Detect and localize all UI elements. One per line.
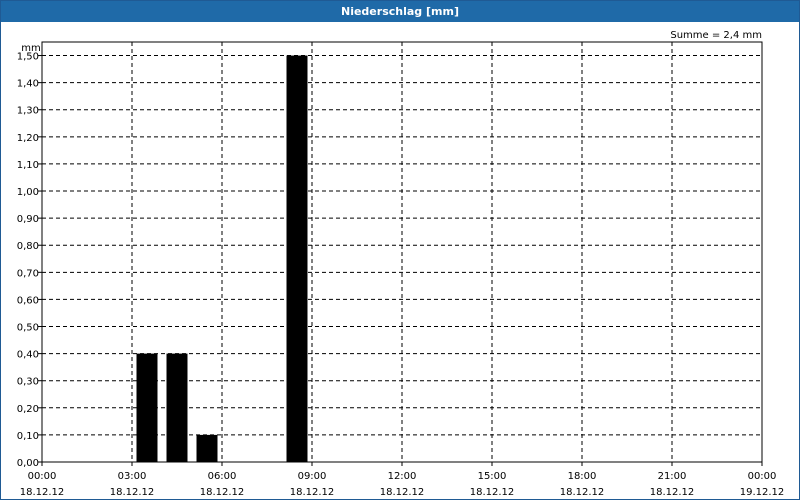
x-tick-time: 00:00 bbox=[748, 471, 777, 482]
y-tick-label: 0,50 bbox=[17, 323, 39, 334]
precip-bar bbox=[196, 434, 218, 462]
x-tick-labels: 00:00 18.12.12 03:00 18.12.12 06:00 18.12.12 0… bbox=[20, 471, 785, 498]
y-axis-unit-label: mm bbox=[21, 43, 40, 54]
x-tick-time: 12:00 bbox=[388, 471, 417, 482]
x-tick-time: 00:00 bbox=[28, 471, 57, 482]
y-tick-label: 0,80 bbox=[17, 241, 39, 252]
x-tick-date: 18.12.12 bbox=[470, 487, 515, 498]
y-tick-label: 0,10 bbox=[17, 431, 39, 442]
x-tick-date: 18.12.12 bbox=[110, 487, 155, 498]
x-tick-time: 03:00 bbox=[118, 471, 147, 482]
x-tick-date: 18.12.12 bbox=[380, 487, 425, 498]
y-tick-label: 0,00 bbox=[17, 458, 39, 469]
y-tick-labels: 0,00 0,10 0,20 0,30 0,40 0,50 0,60 0,70 0,80 0,90… bbox=[17, 52, 39, 469]
y-tick-label: 0,90 bbox=[17, 214, 39, 225]
y-tick-label: 0,60 bbox=[17, 295, 39, 306]
precipitation-chart: 0,00 0,10 0,20 0,30 0,40 0,50 0,60 0,70 0,80 0,90… bbox=[17, 30, 785, 498]
y-tick-label: 1,40 bbox=[17, 79, 39, 90]
chart-window: Niederschlag [mm] 0,00 0,10 0,20 0,30 0,40 0,… bbox=[0, 0, 800, 500]
x-tick-date: 18.12.12 bbox=[560, 487, 605, 498]
y-tick-label: 0,20 bbox=[17, 404, 39, 415]
y-tick-label: 1,30 bbox=[17, 106, 39, 117]
y-tick-label: 0,40 bbox=[17, 350, 39, 361]
x-tick-date: 18.12.12 bbox=[200, 487, 245, 498]
y-tick-label: 1,00 bbox=[17, 187, 39, 198]
y-tick-label: 0,70 bbox=[17, 268, 39, 279]
x-tick-date: 18.12.12 bbox=[290, 487, 335, 498]
x-tick-time: 06:00 bbox=[208, 471, 237, 482]
x-tick-time: 21:00 bbox=[658, 471, 687, 482]
x-tick-time: 15:00 bbox=[478, 471, 507, 482]
precip-bar bbox=[136, 353, 158, 462]
precip-bar bbox=[166, 353, 188, 462]
y-tick-label: 0,30 bbox=[17, 377, 39, 388]
x-tick-time: 09:00 bbox=[298, 471, 327, 482]
x-tick-time: 18:00 bbox=[568, 471, 597, 482]
y-tick-label: 1,10 bbox=[17, 160, 39, 171]
y-tick-label: 1,20 bbox=[17, 133, 39, 144]
sum-annotation: Summe = 2,4 mm bbox=[670, 30, 762, 41]
x-tick-date: 19.12.12 bbox=[740, 487, 785, 498]
precip-bar bbox=[286, 55, 308, 462]
x-tick-date: 18.12.12 bbox=[20, 487, 65, 498]
x-tick-date: 18.12.12 bbox=[650, 487, 695, 498]
